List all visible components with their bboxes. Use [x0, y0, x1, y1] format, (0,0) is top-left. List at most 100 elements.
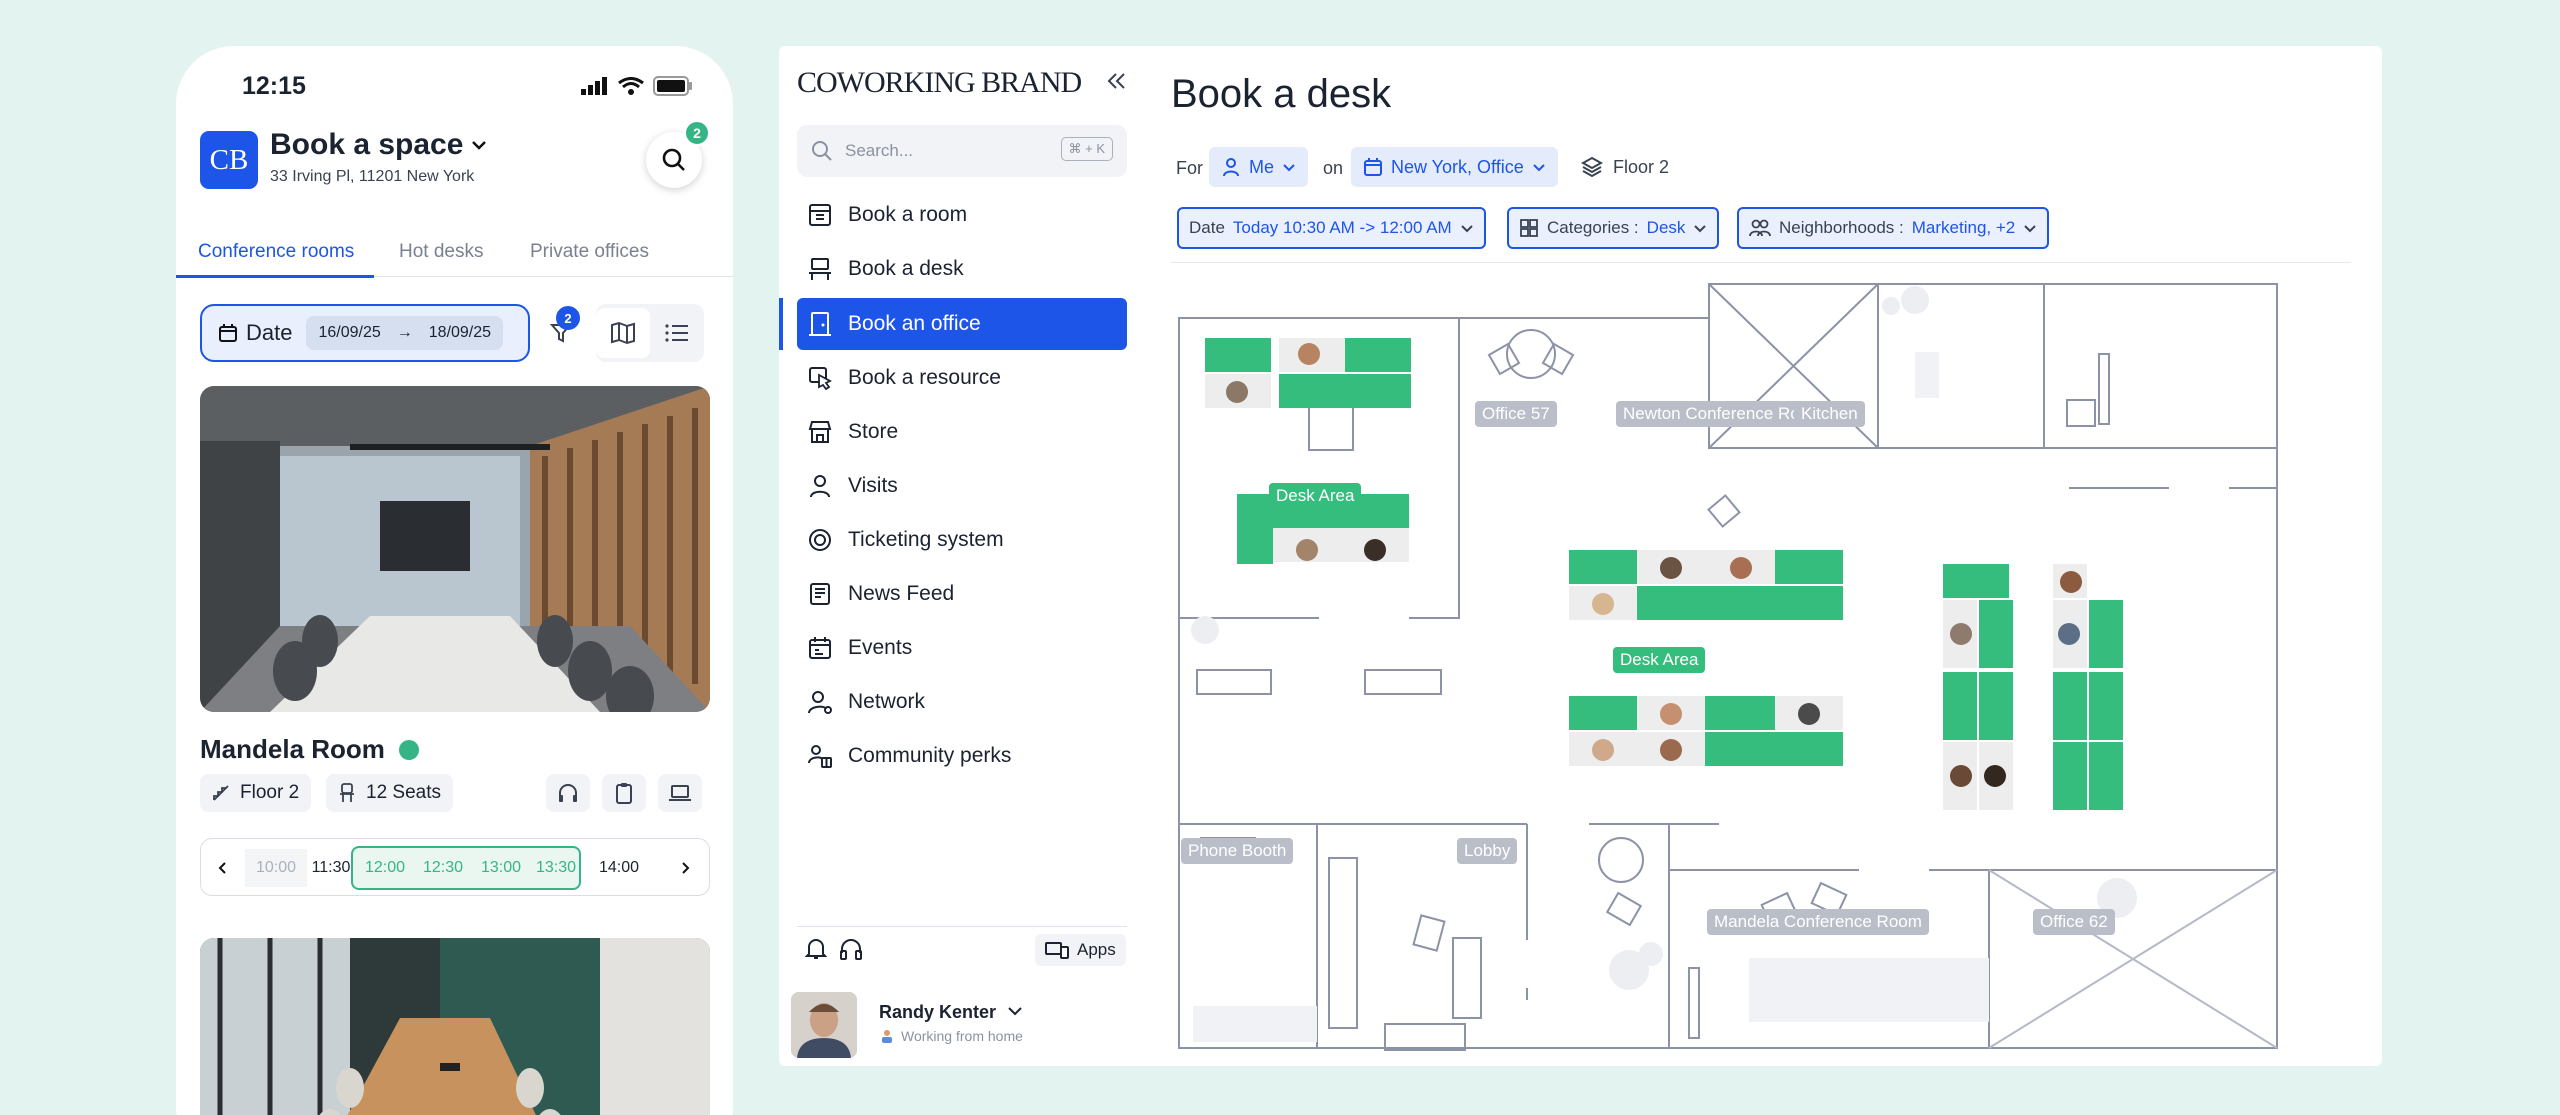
room-label-office-57[interactable]: Office 57: [1475, 401, 1557, 427]
room-label-kitchen: Kitchen: [1794, 401, 1865, 427]
user-network-icon: [808, 691, 832, 714]
sidebar-item-events[interactable]: Events: [797, 622, 1127, 674]
map-view-button[interactable]: [596, 308, 650, 358]
floor-label: Floor 2: [240, 782, 300, 803]
time-slot[interactable]: 10:00: [245, 849, 307, 887]
tab-conference-rooms[interactable]: Conference rooms: [176, 241, 375, 278]
room-label-mandela[interactable]: Mandela Conference Room: [1707, 909, 1929, 935]
location-switcher[interactable]: Book a space: [270, 128, 487, 162]
sidebar-item-label: Book an office: [848, 312, 981, 335]
sidebar-item-ticketing-system[interactable]: Ticketing system: [797, 514, 1127, 566]
floor-plan: Office 57 Newton Conference Room Kitchen…: [1169, 278, 2309, 1058]
tab-private-offices[interactable]: Private offices: [530, 241, 649, 275]
sidebar-item-store[interactable]: Store: [797, 406, 1127, 458]
categories-filter[interactable]: Categories : Desk: [1507, 207, 1720, 249]
active-indicator: [779, 298, 783, 350]
sidebar-item-visits[interactable]: Visits: [797, 460, 1127, 512]
room-photo[interactable]: [200, 386, 710, 712]
meeting-room-image: [200, 938, 710, 1115]
lifebuoy-icon: [809, 529, 831, 551]
chevron-down-icon: [1533, 163, 1545, 171]
view-toggle: [596, 304, 704, 362]
conference-room-image: [200, 386, 710, 712]
sidebar-item-label: Book a resource: [848, 366, 1001, 389]
date-filter[interactable]: Date Today 10:30 AM -> 12:00 AM: [1177, 207, 1486, 249]
avatar[interactable]: [791, 992, 857, 1058]
sidebar-item-label: Book a room: [848, 203, 968, 226]
prev-slots-button[interactable]: [203, 849, 241, 887]
sidebar-item-label: Visits: [848, 474, 898, 497]
status-icons: [581, 76, 693, 96]
layers-icon: [1581, 156, 1603, 178]
user-menu-button[interactable]: [1007, 1006, 1023, 1016]
location-selector[interactable]: New York, Office: [1351, 147, 1558, 187]
sidebar-item-book-a-room[interactable]: Book a room: [797, 189, 1127, 241]
room-name: Mandela Room: [200, 734, 385, 764]
door-icon: [809, 312, 831, 336]
neighborhoods-filter[interactable]: Neighborhoods : Marketing, +2: [1737, 207, 2050, 249]
time-slot[interactable]: 14:00: [589, 849, 649, 887]
time-slot[interactable]: 13:00: [475, 849, 527, 887]
sidebar-item-news-feed[interactable]: News Feed: [797, 568, 1127, 620]
chevron-right-icon: [682, 862, 690, 874]
gift-people-icon: [808, 745, 832, 768]
chevron-down-icon: [1283, 163, 1295, 171]
calendar-grid-icon: [809, 204, 831, 226]
sidebar-item-book-a-desk[interactable]: Book a desk: [797, 243, 1127, 295]
room-label-phone-booth[interactable]: Phone Booth: [1181, 838, 1294, 864]
room-photo[interactable]: [200, 938, 710, 1115]
collapse-sidebar-button[interactable]: [1107, 72, 1127, 90]
sidebar-item-book-a-resource[interactable]: Book a resource: [797, 352, 1127, 404]
time-slot[interactable]: 12:00: [359, 849, 411, 887]
neighborhoods-label: Neighborhoods :: [1779, 218, 1904, 237]
page-title: Book a space: [270, 128, 464, 161]
sidebar-item-label: News Feed: [848, 582, 955, 605]
search-button[interactable]: 2: [646, 120, 710, 188]
next-slots-button[interactable]: [667, 849, 705, 887]
time-slot[interactable]: 11:30: [309, 849, 353, 887]
clipboard-icon: [616, 783, 632, 804]
time-slot[interactable]: 13:30: [533, 849, 579, 887]
store-icon: [808, 421, 832, 443]
sidebar-search-input[interactable]: Search... ⌘ + K: [797, 125, 1127, 177]
headphones-icon: [840, 939, 862, 960]
time-slot[interactable]: 12:30: [417, 849, 469, 887]
date-from: 16/09/25: [318, 324, 381, 341]
notifications-button[interactable]: [805, 937, 827, 961]
user-icon: [1223, 158, 1239, 177]
arrow-right-icon: →: [396, 324, 413, 341]
calendar-icon: [219, 324, 237, 342]
tab-hot-desks[interactable]: Hot desks: [399, 241, 483, 275]
newspaper-icon: [810, 583, 830, 605]
zone-label-desk-area: Desk Area: [1269, 483, 1362, 509]
sidebar-item-network[interactable]: Network: [797, 676, 1127, 728]
person-selector[interactable]: Me: [1209, 147, 1309, 187]
grid-icon: [1520, 219, 1538, 237]
sidebar-footer-divider: [797, 926, 1127, 927]
sidebar-item-book-an-office[interactable]: Book an office: [797, 298, 1127, 350]
apps-button[interactable]: Apps: [1035, 934, 1126, 966]
screen-amenity: [658, 774, 702, 812]
sidebar-item-community-perks[interactable]: Community perks: [797, 730, 1127, 782]
date-range-picker[interactable]: Date 16/09/25 → 18/09/25: [200, 304, 530, 362]
page-title: Book a desk: [1171, 72, 1392, 116]
search-icon: [662, 148, 685, 171]
chevron-down-icon: [1008, 1007, 1022, 1016]
desk-icon: [809, 258, 831, 280]
room-label-office-62[interactable]: Office 62: [2033, 909, 2115, 935]
filter-button[interactable]: 2: [536, 304, 586, 362]
time-slot-picker: 10:00 11:30 12:00 12:30 13:00 13:30 14:0…: [200, 838, 710, 896]
people-icon: [1749, 219, 1771, 237]
chevron-left-icon: [218, 862, 226, 874]
support-button[interactable]: [839, 937, 863, 961]
floor-selector[interactable]: Floor 2: [1581, 156, 1669, 178]
status-time: 12:15: [242, 72, 306, 100]
user-status: Working from home: [879, 1028, 1023, 1044]
user-avatar-image: [791, 992, 857, 1058]
date-range: 16/09/25 → 18/09/25: [306, 316, 504, 350]
list-icon: [665, 324, 688, 342]
list-view-button[interactable]: [650, 308, 704, 358]
sidebar-item-label: Book a desk: [848, 257, 964, 280]
person-value: Me: [1249, 156, 1275, 177]
headphones-icon: [559, 784, 577, 802]
